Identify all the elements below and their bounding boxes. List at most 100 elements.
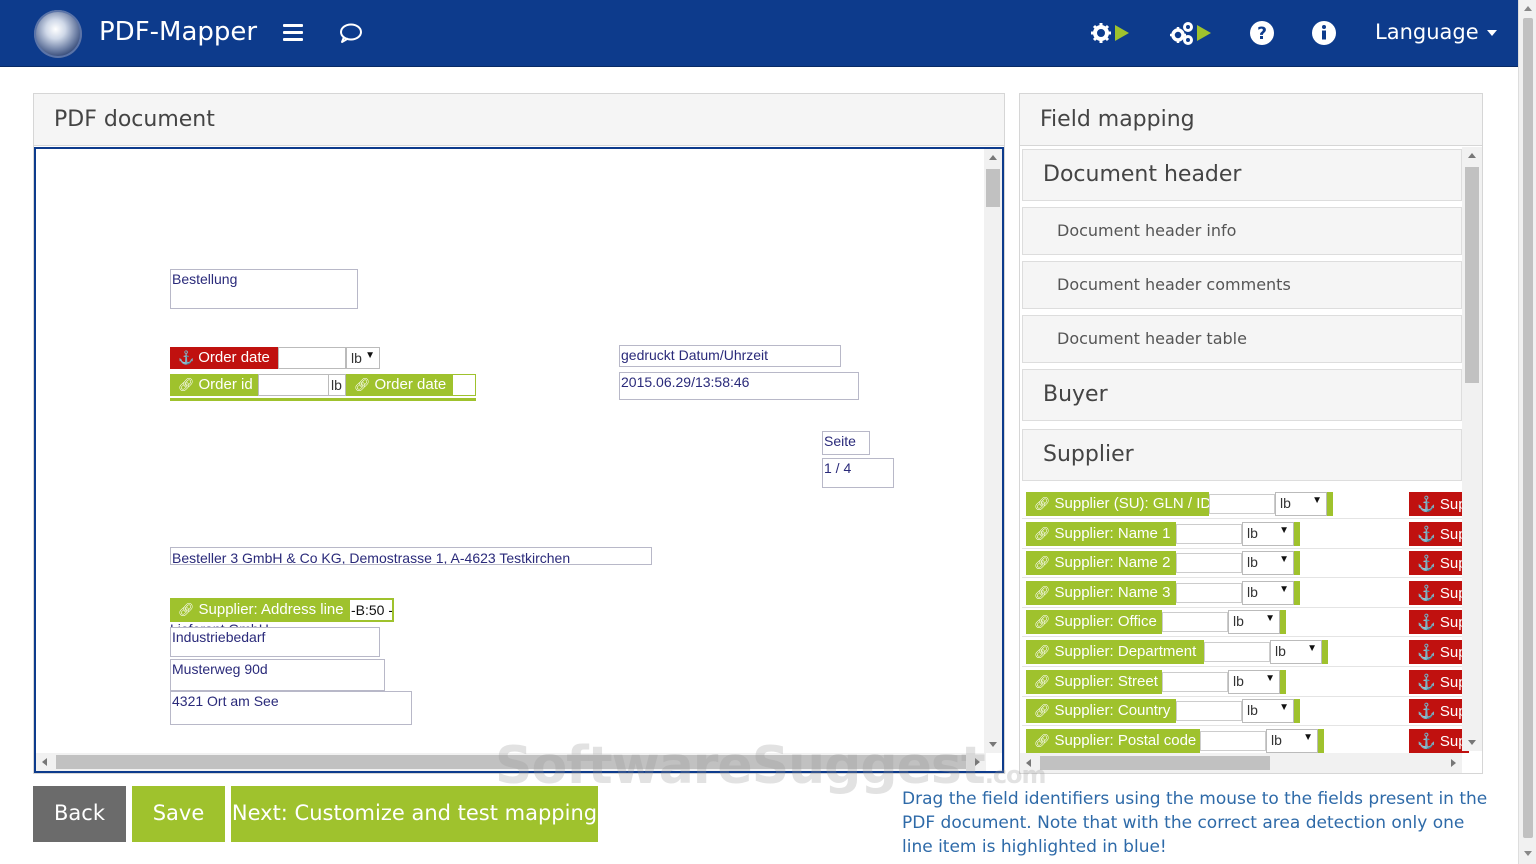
supplier-field-unit-select[interactable]: lb ▼ <box>1242 580 1294 605</box>
supplier-field-unit-select[interactable]: lb ▼ <box>1275 492 1327 516</box>
supplier-anchor-tag[interactable]: ⚓ Sup <box>1409 610 1469 635</box>
supplier-field-unit-select[interactable]: lb ▼ <box>1242 551 1294 576</box>
pdf-field-page-count[interactable]: 1 / 4 <box>822 458 894 488</box>
chevron-down-icon: ▼ <box>1279 702 1289 714</box>
pdf-field-bestellung[interactable]: Bestellung <box>170 269 358 309</box>
scroll-up-arrow-icon[interactable] <box>1468 153 1476 158</box>
scroll-down-arrow-icon[interactable] <box>1468 740 1476 745</box>
app-title[interactable]: PDF-Mapper <box>99 17 257 47</box>
order-id-unit-select[interactable]: lb <box>328 374 346 396</box>
hamburger-icon[interactable] <box>283 24 303 42</box>
order-date-input[interactable] <box>278 347 346 369</box>
pdf-field-timestamp[interactable]: 2015.06.29/13:58:46 <box>619 372 859 400</box>
supplier-field-unit-select[interactable]: lb ▼ <box>1228 669 1280 694</box>
gear-play-icon[interactable] <box>1090 18 1132 48</box>
pdf-field-gedruckt[interactable]: gedruckt Datum/Uhrzeit <box>619 345 841 367</box>
supplier-field-input[interactable] <box>1176 553 1242 574</box>
supplier-field-link-tag[interactable]: 🔗︎ Supplier: Name 2 <box>1026 551 1176 576</box>
chevron-down-icon: ▼ <box>1279 524 1289 536</box>
pdf-field-besteller[interactable]: Besteller 3 GmbH & Co KG, Demostrasse 1,… <box>170 547 652 565</box>
mapping-vscroll-thumb[interactable] <box>1465 167 1479 383</box>
order-id-link-tag[interactable]: 🔗︎ Order id <box>170 374 260 396</box>
field-mapping-panel: Field mapping Document header Document h… <box>1019 93 1483 774</box>
supplier-field-input[interactable] <box>1176 701 1242 722</box>
pdf-field-industriebedarf[interactable]: Industriebedarf <box>170 627 380 657</box>
supplier-field-input[interactable] <box>1209 494 1275 514</box>
section-buyer[interactable]: Buyer <box>1022 369 1462 421</box>
supplier-anchor-tag[interactable]: ⚓ Sup <box>1409 521 1469 546</box>
supplier-field-unit-select[interactable]: lb ▼ <box>1242 699 1294 724</box>
mapping-horizontal-scrollbar[interactable] <box>1020 753 1462 773</box>
scroll-down-arrow-icon[interactable] <box>1524 851 1532 856</box>
supplier-address-line-link-tag[interactable]: 🔗︎ Supplier: Address line <box>170 598 350 622</box>
pdf-field-seite[interactable]: Seite <box>822 431 870 455</box>
mapping-panel-title: Field mapping <box>1020 94 1482 146</box>
order-date-link-tag[interactable]: 🔗︎ Order date <box>346 374 456 396</box>
page-scroll-thumb[interactable] <box>1523 18 1533 838</box>
supplier-field-input[interactable] <box>1204 642 1270 662</box>
svg-text:?: ? <box>1257 24 1267 44</box>
mapping-hscroll-thumb[interactable] <box>1040 756 1270 770</box>
scroll-right-arrow-icon[interactable] <box>1451 759 1456 767</box>
app-logo[interactable] <box>34 10 82 58</box>
order-date-anchor-tag[interactable]: ⚓ Order date <box>170 347 278 369</box>
scroll-left-arrow-icon[interactable] <box>42 758 47 766</box>
chevron-down-icon: ▼ <box>365 350 375 361</box>
pdf-field-ort[interactable]: 4321 Ort am See <box>170 691 412 725</box>
back-button[interactable]: Back <box>33 786 126 842</box>
supplier-field-link-tag[interactable]: 🔗︎ Supplier: Department <box>1026 640 1204 664</box>
supplier-field-unit-select[interactable]: lb ▼ <box>1228 610 1280 635</box>
supplier-field-input[interactable] <box>1176 523 1242 544</box>
supplier-field-unit-select[interactable]: lb ▼ <box>1270 640 1322 664</box>
chat-icon[interactable] <box>339 22 363 44</box>
section-supplier[interactable]: Supplier <box>1022 429 1462 481</box>
chevron-down-icon: ▼ <box>1312 495 1322 506</box>
supplier-anchor-tag[interactable]: ⚓ Sup <box>1409 669 1469 694</box>
supplier-anchor-tag[interactable]: ⚓ Sup <box>1409 492 1469 516</box>
info-icon[interactable] <box>1311 18 1337 48</box>
supplier-field-link-tag[interactable]: 🔗︎ Supplier: Name 3 <box>1026 580 1176 605</box>
supplier-field-link-tag[interactable]: 🔗︎ Supplier: Country <box>1026 699 1176 724</box>
scroll-up-arrow-icon[interactable] <box>1524 6 1532 11</box>
supplier-field-link-tag[interactable]: 🔗︎ Supplier: Postal code <box>1026 728 1200 753</box>
pdf-field-musterweg[interactable]: Musterweg 90d <box>170 659 385 691</box>
page-scrollbar[interactable] <box>1518 0 1536 864</box>
section-header-info[interactable]: Document header info <box>1022 207 1462 255</box>
supplier-field-input[interactable] <box>1176 582 1242 603</box>
help-icon[interactable]: ? <box>1249 18 1275 48</box>
order-id-input[interactable] <box>258 374 330 396</box>
order-date-unit-select[interactable]: lb ▼ <box>346 347 380 369</box>
supplier-anchor-tag[interactable]: ⚓ Sup <box>1409 640 1469 664</box>
pdf-vscroll-thumb[interactable] <box>986 169 1000 207</box>
supplier-anchor-tag[interactable]: ⚓ Sup <box>1409 580 1469 605</box>
mapping-row: 🔗︎ Supplier: Name 2 lb ▼ ⚓ Sup <box>1022 548 1469 579</box>
supplier-field-input[interactable] <box>1162 612 1228 633</box>
language-dropdown[interactable]: Language <box>1375 20 1497 44</box>
supplier-field-link-tag[interactable]: 🔗︎ Supplier: Street <box>1026 669 1162 694</box>
section-header-table[interactable]: Document header table <box>1022 315 1462 363</box>
supplier-anchor-tag[interactable]: ⚓ Sup <box>1409 728 1469 753</box>
supplier-anchor-tag[interactable]: ⚓ Sup <box>1409 551 1469 576</box>
supplier-anchor-tag[interactable]: ⚓ Sup <box>1409 699 1469 724</box>
mapping-row: 🔗︎ Supplier: Street lb ▼ ⚓ Sup <box>1022 667 1469 697</box>
supplier-field-unit-select[interactable]: lb ▼ <box>1266 728 1318 753</box>
supplier-field-link-tag[interactable]: 🔗︎ Supplier (SU): GLN / ID <box>1026 492 1209 516</box>
mapping-row: 🔗︎ Supplier: Name 1 lb ▼ ⚓ Sup <box>1022 519 1469 549</box>
gears-play-icon[interactable] <box>1168 18 1214 48</box>
supplier-field-input[interactable] <box>1162 671 1228 692</box>
section-header-comments[interactable]: Document header comments <box>1022 261 1462 309</box>
pdf-vertical-scrollbar[interactable] <box>984 149 1002 753</box>
scroll-up-arrow-icon[interactable] <box>989 155 997 160</box>
supplier-field-link-tag[interactable]: 🔗︎ Supplier: Name 1 <box>1026 521 1176 546</box>
supplier-field-input[interactable] <box>1200 730 1266 751</box>
pdf-viewer[interactable]: Bestellung ⚓ Order date lb ▼ 🔗︎ Order id lb… <box>34 147 1004 773</box>
section-document-header[interactable]: Document header <box>1022 149 1462 201</box>
mapping-vertical-scrollbar[interactable] <box>1462 147 1482 751</box>
save-button[interactable]: Save <box>132 786 225 842</box>
order-date-green-input[interactable] <box>452 374 476 396</box>
anchor-icon: ⚓ <box>178 350 195 365</box>
link-icon: 🔗︎ <box>1034 644 1051 659</box>
supplier-field-link-tag[interactable]: 🔗︎ Supplier: Office <box>1026 610 1162 635</box>
pdf-field-b50[interactable]: -B:50 - <box>348 598 394 622</box>
supplier-field-unit-select[interactable]: lb ▼ <box>1242 521 1294 546</box>
